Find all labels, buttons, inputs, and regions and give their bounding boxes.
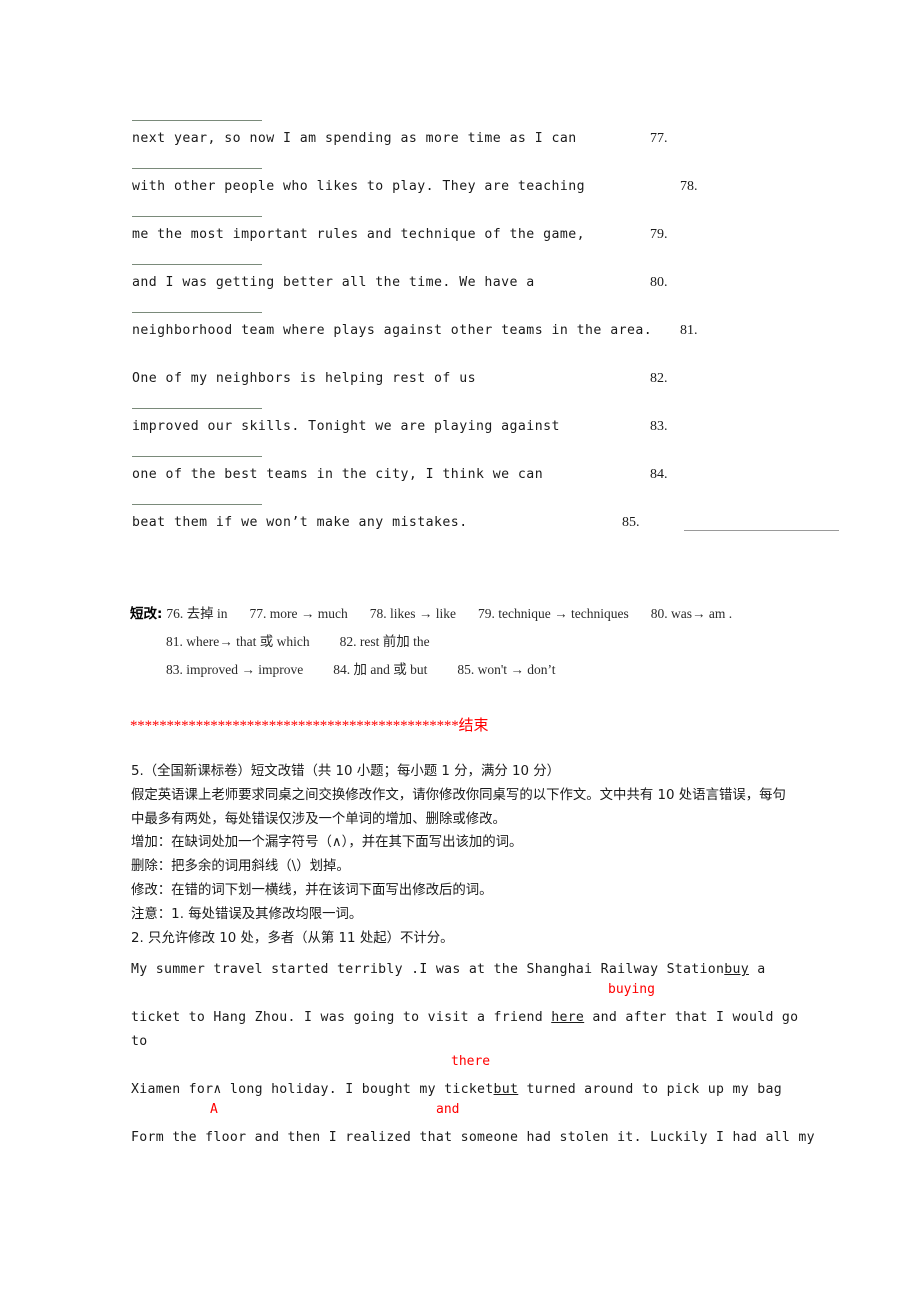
answer-key-block: 短改: 76. 去掉 in 77. more → much 78. likes → l… <box>130 602 820 686</box>
passage-line: My summer travel started terribly .I was… <box>131 958 821 982</box>
instruction-line: 5.（全国新课标卷）短文改错（共 10 小题；每小题 1 分，满分 10 分） <box>131 764 561 779</box>
answer-key-item: 81. where→ that 或 which <box>166 634 310 649</box>
exercise-line-text: neighborhood team where plays against ot… <box>132 323 653 338</box>
passage-segment: a <box>748 962 766 977</box>
answer-key-item: 83. improved → improve <box>166 662 304 677</box>
instruction-line: 假定英语课上老师要求同桌之间交换修改作文，请你修改你同桌写的以下作文。文中共有 … <box>131 787 786 827</box>
exercise-line-number: 78. <box>680 179 698 194</box>
exercise-line-number: 84. <box>650 467 668 482</box>
exercise-line-text: improved our skills. Tonight we are play… <box>132 419 560 434</box>
exercise-row: One of my neighbors is helping rest of u… <box>132 358 812 406</box>
answer-key-item: 80. was→ am . <box>650 606 733 621</box>
answer-key-label: 短改: <box>130 606 163 622</box>
exercise-row: next year, so now I am spending as more … <box>132 118 812 166</box>
passage-row: Xiamen for∧ long holiday. I bought my ti… <box>131 1078 821 1126</box>
exercise-line-text: and I was getting better all the time. W… <box>132 275 535 290</box>
answer-blank-line <box>684 530 839 531</box>
section-divider: ****************************************… <box>130 714 489 735</box>
answer-key-item: 84. 加 and 或 but <box>333 662 428 677</box>
correction-exercise-block: next year, so now I am spending as more … <box>132 118 839 550</box>
passage-row: Form the floor and then I realized that … <box>131 1126 821 1150</box>
answer-key-item: 77. more → much <box>249 606 348 621</box>
instruction-line: 注意：1. 每处错误及其修改均限一词。 <box>131 906 363 922</box>
document-page: next year, so now I am spending as more … <box>0 0 920 1302</box>
exercise-row: me the most important rules and techniqu… <box>132 214 812 262</box>
passage-segment: My summer travel started terribly .I was… <box>131 962 725 977</box>
answer-rule-line <box>132 504 262 505</box>
passage-error-word: but <box>493 1082 519 1097</box>
exercise-line-text: one of the best teams in the city, I thi… <box>132 467 544 482</box>
answer-key-item: 79. technique → techniques <box>478 606 629 621</box>
exercise-line-text: beat them if we won’t make any mistakes. <box>132 515 468 530</box>
exercise-line-text: me the most important rules and techniqu… <box>132 227 586 242</box>
exercise-line-text: with other people who likes to play. The… <box>132 179 586 194</box>
answer-key-item: 76. 去掉 in <box>166 606 228 621</box>
divider-end-label: 结束 <box>458 718 489 734</box>
exercise-line-number: 77. <box>650 131 668 146</box>
instruction-line: 2. 只允许修改 10 处，多者（从第 11 处起）不计分。 <box>131 930 454 946</box>
passage-row: ticket to Hang Zhou. I was going to visi… <box>131 1006 821 1078</box>
answer-key-line: 81. where→ that 或 which 82. rest 前加 the <box>130 630 820 658</box>
passage-segment: turned around to pick up my bag <box>518 1082 782 1097</box>
passage-row: My summer travel started terribly .I was… <box>131 958 821 1006</box>
passage-error-word: here <box>551 1010 585 1025</box>
instruction-line: 修改：在错的词下划一横线，并在该词下面写出修改后的词。 <box>131 882 493 898</box>
exercise-line-number: 80. <box>650 275 668 290</box>
exercise-row: one of the best teams in the city, I thi… <box>132 454 812 502</box>
exercise-row: beat them if we won’t make any mistakes.… <box>132 502 839 550</box>
exercise-row: neighborhood team where plays against ot… <box>132 310 812 358</box>
correction-insert-mark: A <box>210 1102 218 1117</box>
exercise-line-number: 85. <box>622 515 640 530</box>
exercise-line-number: 83. <box>650 419 668 434</box>
divider-asterisks: ****************************************… <box>130 718 459 734</box>
answer-rule-line <box>132 408 262 409</box>
answer-rule-line <box>132 264 262 265</box>
instruction-line: 删除：把多余的词用斜线（\）划掉。 <box>131 859 350 875</box>
passage-segment: ticket to Hang Zhou. I was going to visi… <box>131 1010 552 1025</box>
passage-segment: Xiamen for∧ long holiday. I bought my ti… <box>131 1082 494 1097</box>
passage-block: My summer travel started terribly .I was… <box>131 958 821 1150</box>
exercise-line-number: 81. <box>680 323 698 338</box>
exercise-line-number: 79. <box>650 227 668 242</box>
answer-rule-line <box>132 312 262 313</box>
passage-error-word: buy <box>724 962 749 977</box>
correction-word: there <box>451 1054 491 1069</box>
answer-key-line: 短改: 76. 去掉 in 77. more → much 78. likes → l… <box>130 602 820 630</box>
exercise-line-text: next year, so now I am spending as more … <box>132 131 577 146</box>
answer-key-line: 83. improved → improve 84. 加 and 或 but 85.… <box>130 658 820 686</box>
passage-line: Form the floor and then I realized that … <box>131 1130 815 1145</box>
correction-word: buying <box>608 982 655 997</box>
answer-rule-line <box>132 168 262 169</box>
answer-key-item: 82. rest 前加 the <box>339 634 430 649</box>
correction-word: and <box>436 1102 460 1117</box>
answer-key-item: 78. likes → like <box>369 606 457 621</box>
passage-line: Xiamen for∧ long holiday. I bought my ti… <box>131 1078 821 1102</box>
exercise-row: improved our skills. Tonight we are play… <box>132 406 812 454</box>
exercise-line-text: One of my neighbors is helping rest of u… <box>132 371 476 386</box>
exercise-line-number: 82. <box>650 371 668 386</box>
exercise-row: and I was getting better all the time. W… <box>132 262 812 310</box>
answer-rule-line <box>132 120 262 121</box>
passage-line: ticket to Hang Zhou. I was going to visi… <box>131 1006 821 1054</box>
answer-key-item: 85. won't → don’t <box>457 662 556 677</box>
exercise-row: with other people who likes to play. The… <box>132 166 812 214</box>
instruction-line: 增加：在缺词处加一个漏字符号（∧），并在其下面写出该加的词。 <box>131 835 523 851</box>
answer-rule-line <box>132 216 262 217</box>
answer-rule-line <box>132 456 262 457</box>
instructions-block: 5.（全国新课标卷）短文改错（共 10 小题；每小题 1 分，满分 10 分） … <box>131 760 799 950</box>
